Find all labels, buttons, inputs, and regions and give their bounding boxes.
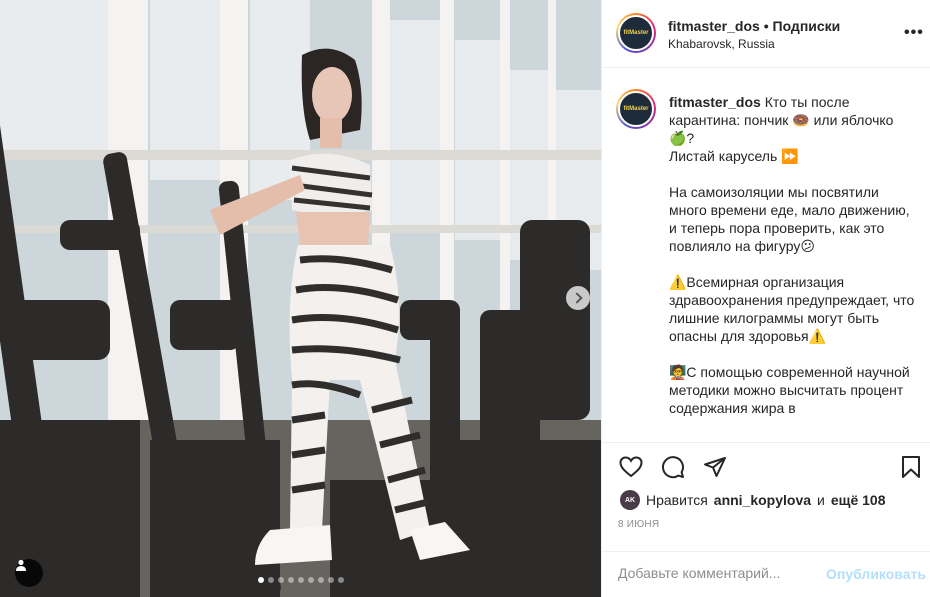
carousel-dot xyxy=(308,577,314,583)
comment-input[interactable] xyxy=(618,565,818,581)
caption-section: fitMaster fitmaster_dos Кто ты после кар… xyxy=(602,69,930,442)
caption-text: fitmaster_dos Кто ты после карантина: по… xyxy=(669,93,917,417)
caption-body: Кто ты после карантина: пончик 🍩 или ябл… xyxy=(669,94,915,416)
like-button[interactable] xyxy=(618,454,644,480)
avatar-logo: fitMaster xyxy=(618,15,654,51)
post-photo[interactable] xyxy=(0,0,601,597)
carousel-dots xyxy=(258,577,344,583)
following-button[interactable]: Подписки xyxy=(773,18,841,34)
caption-username[interactable]: fitmaster_dos xyxy=(669,94,761,110)
carousel-next-button[interactable] xyxy=(566,286,590,310)
carousel-dot xyxy=(288,577,294,583)
header-separator: • xyxy=(763,18,769,34)
person-icon xyxy=(16,559,26,571)
location-link[interactable]: Khabarovsk, Russia xyxy=(668,37,775,51)
header-username[interactable]: fitmaster_dos xyxy=(668,18,760,34)
caption-avatar[interactable]: fitMaster xyxy=(616,89,656,129)
save-button[interactable] xyxy=(898,454,924,480)
carousel-dot xyxy=(258,577,264,583)
liker-username[interactable]: anni_kopylova xyxy=(714,492,811,508)
tagged-users-button[interactable] xyxy=(15,559,43,587)
post-header: fitMaster fitmaster_dos • Подписки Khaba… xyxy=(602,0,930,68)
carousel-dot xyxy=(268,577,274,583)
share-icon xyxy=(704,457,726,477)
post-actions: AK Нравится anni_kopylova и ещё 108 8 ИЮ… xyxy=(602,442,930,597)
carousel-dot xyxy=(338,577,344,583)
comment-icon xyxy=(662,456,684,479)
likes-others-link[interactable]: ещё 108 xyxy=(831,492,886,508)
publish-button[interactable]: Опубликовать xyxy=(826,566,926,582)
more-options-button[interactable]: ••• xyxy=(904,24,924,42)
post-date[interactable]: 8 ИЮНЯ xyxy=(618,519,659,530)
carousel-dot xyxy=(298,577,304,583)
avatar-logo: fitMaster xyxy=(618,91,654,127)
profile-avatar[interactable]: fitMaster xyxy=(616,13,656,53)
share-button[interactable] xyxy=(702,454,728,480)
comment-bar: Опубликовать xyxy=(602,551,930,597)
carousel-dot xyxy=(318,577,324,583)
likes-conj: и xyxy=(817,492,825,508)
bookmark-icon xyxy=(902,456,920,478)
likes-prefix: Нравится xyxy=(646,492,708,508)
liker-avatar[interactable]: AK xyxy=(620,490,640,510)
action-icons xyxy=(618,454,728,480)
header-user-line: fitmaster_dos • Подписки xyxy=(668,18,840,34)
carousel-dot xyxy=(328,577,334,583)
heart-icon xyxy=(619,456,643,478)
comment-button[interactable] xyxy=(660,454,686,480)
carousel-dot xyxy=(278,577,284,583)
post-side-panel: fitMaster fitmaster_dos • Подписки Khaba… xyxy=(601,0,930,597)
gym-photo-illustration xyxy=(0,0,601,597)
likes-summary: AK Нравится anni_kopylova и ещё 108 xyxy=(620,490,886,510)
